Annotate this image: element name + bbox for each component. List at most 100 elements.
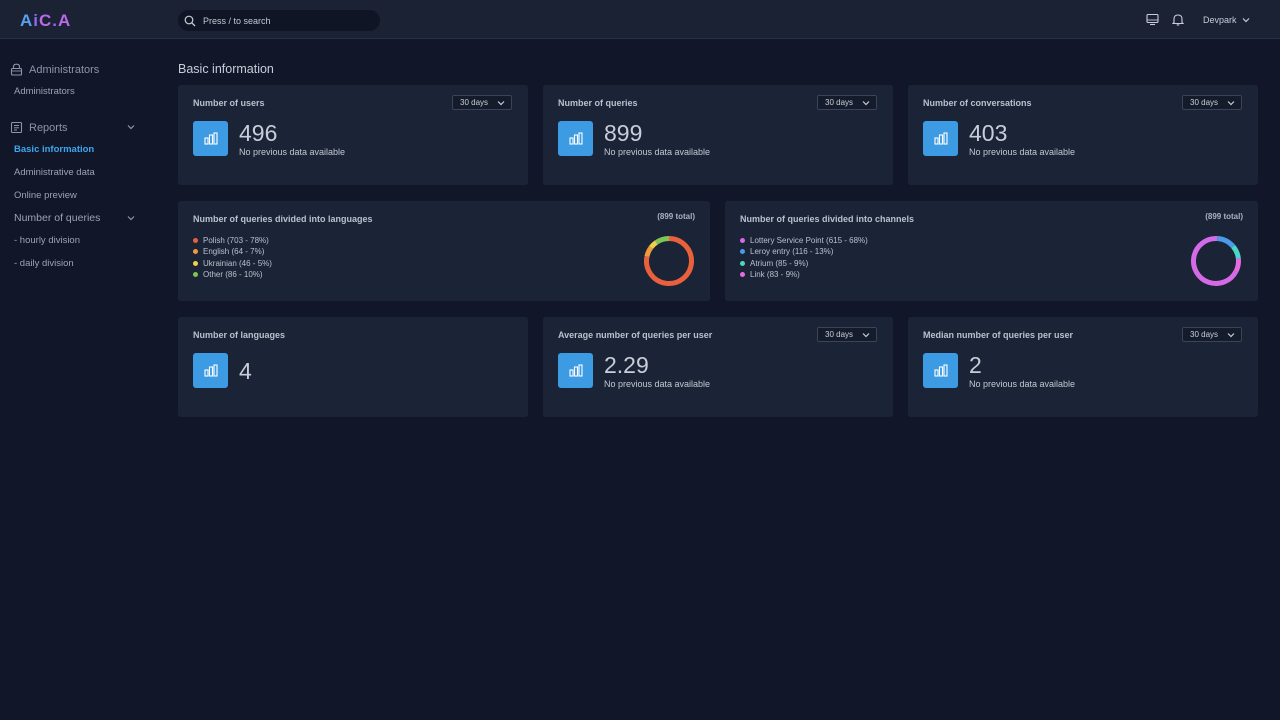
donut-slice[interactable] xyxy=(654,236,670,245)
sidebar-section-label: Reports xyxy=(29,121,68,134)
bar-chart-icon xyxy=(193,353,228,388)
period-select[interactable]: 30 days xyxy=(817,327,877,342)
sidebar-item-hourly-division[interactable]: - hourly division xyxy=(14,235,80,246)
legend-label: Polish (703 - 78%) xyxy=(203,236,269,246)
search-input[interactable]: Press / to search xyxy=(178,10,380,31)
legend-label: Link (83 - 9%) xyxy=(750,270,800,280)
chevron-down-icon xyxy=(497,101,505,106)
legend-label: Lottery Service Point (615 - 68%) xyxy=(750,236,868,246)
stat-card-average-queries: Average number of queries per user 30 da… xyxy=(543,317,893,417)
page-title: Basic information xyxy=(178,62,274,76)
legend-item: English (64 - 7%) xyxy=(193,246,272,257)
period-select[interactable]: 30 days xyxy=(452,95,512,110)
chevron-down-icon xyxy=(862,333,870,338)
donut-slice[interactable] xyxy=(1233,258,1241,273)
period-select[interactable]: 30 days xyxy=(817,95,877,110)
bar-chart-icon xyxy=(558,121,593,156)
donut-slice[interactable] xyxy=(644,245,654,258)
chart-card-languages: Number of queries divided into languages… xyxy=(178,201,710,301)
period-value: 30 days xyxy=(825,330,854,339)
sidebar-section-reports[interactable]: Reports xyxy=(10,121,68,134)
period-value: 30 days xyxy=(1190,330,1219,339)
period-select[interactable]: 30 days xyxy=(1182,95,1242,110)
top-bar: AiC.A Press / to search Devpark xyxy=(0,0,1280,39)
sidebar-section-label: Administrators xyxy=(29,63,100,76)
card-title: Number of users xyxy=(193,98,265,108)
stat-note: No previous data available xyxy=(604,379,711,389)
legend-item: Link (83 - 9%) xyxy=(740,269,868,280)
stat-note: No previous data available xyxy=(969,379,1076,389)
legend-label: Leroy entry (116 - 13%) xyxy=(750,247,834,257)
stat-value: 2 xyxy=(969,352,982,378)
bar-chart-icon xyxy=(558,353,593,388)
donut-chart-languages xyxy=(644,236,694,286)
card-title: Average number of queries per user xyxy=(558,330,713,340)
chart-title: Number of queries divided into channels xyxy=(740,214,915,224)
stat-value: 403 xyxy=(969,120,1008,146)
chart-legend: Polish (703 - 78%) English (64 - 7%) Ukrai… xyxy=(193,235,272,280)
chart-legend: Lottery Service Point (615 - 68%) Leroy e… xyxy=(740,235,868,280)
stat-note: No previous data available xyxy=(969,147,1076,157)
bar-chart-icon xyxy=(923,121,958,156)
stat-value: 2.29 xyxy=(604,352,649,378)
sidebar-item-administrators[interactable]: Administrators xyxy=(14,86,75,97)
stat-card-languages: Number of languages 4 xyxy=(178,317,528,417)
period-value: 30 days xyxy=(1190,98,1219,107)
legend-label: Atrium (85 - 9%) xyxy=(750,258,809,268)
legend-swatch xyxy=(740,272,745,278)
donut-slice[interactable] xyxy=(1231,244,1241,259)
legend-label: Other (86 - 10%) xyxy=(203,270,263,280)
sidebar-section-number-of-queries[interactable]: Number of queries xyxy=(14,212,100,224)
legend-swatch xyxy=(193,249,198,255)
report-icon xyxy=(10,121,23,134)
chart-total: (899 total) xyxy=(1205,212,1243,221)
card-title: Number of queries xyxy=(558,98,638,108)
legend-swatch xyxy=(193,238,198,244)
sidebar-item-daily-division[interactable]: - daily division xyxy=(14,258,74,269)
legend-label: English (64 - 7%) xyxy=(203,247,265,257)
period-select[interactable]: 30 days xyxy=(1182,327,1242,342)
card-title: Median number of queries per user xyxy=(923,330,1074,340)
bell-icon[interactable] xyxy=(1172,13,1184,26)
legend-swatch xyxy=(740,238,745,244)
legend-item: Polish (703 - 78%) xyxy=(193,235,272,246)
sidebar-item-administrative-data[interactable]: Administrative data xyxy=(14,167,95,178)
chevron-down-icon[interactable] xyxy=(127,215,135,221)
stat-card-median-queries: Median number of queries per user 30 day… xyxy=(908,317,1258,417)
chart-card-channels: Number of queries divided into channels … xyxy=(725,201,1258,301)
bar-chart-icon xyxy=(923,353,958,388)
stat-note: No previous data available xyxy=(604,147,711,157)
bar-chart-icon xyxy=(193,121,228,156)
legend-swatch xyxy=(740,249,745,255)
chevron-down-icon xyxy=(1227,101,1235,106)
lock-icon xyxy=(10,63,23,76)
donut-slice[interactable] xyxy=(649,240,658,249)
chart-title: Number of queries divided into languages xyxy=(193,214,373,224)
stat-value: 496 xyxy=(239,120,278,146)
legend-item: Ukrainian (46 - 5%) xyxy=(193,258,272,269)
sidebar-section-administrators[interactable]: Administrators xyxy=(10,63,99,76)
app-logo[interactable]: AiC.A xyxy=(20,11,71,31)
legend-item: Leroy entry (116 - 13%) xyxy=(740,246,868,257)
chart-total: (899 total) xyxy=(657,212,695,221)
stat-value: 4 xyxy=(239,358,252,384)
sidebar: Administrators Administrators Reports Ba… xyxy=(0,40,160,720)
donut-slice[interactable] xyxy=(1216,236,1236,249)
card-title: Number of languages xyxy=(193,330,286,340)
legend-label: Ukrainian (46 - 5%) xyxy=(203,258,272,268)
search-icon xyxy=(184,15,196,26)
legend-item: Other (86 - 10%) xyxy=(193,269,272,280)
period-value: 30 days xyxy=(460,98,489,107)
stat-card-queries: Number of queries 30 days 899 No previou… xyxy=(543,85,893,185)
user-menu[interactable]: Devpark xyxy=(1203,15,1250,25)
chevron-down-icon[interactable] xyxy=(127,124,135,130)
stat-note: No previous data available xyxy=(239,147,346,157)
stat-value: 899 xyxy=(604,120,643,146)
stat-card-conversations: Number of conversations 30 days 403 No p… xyxy=(908,85,1258,185)
monitor-icon[interactable] xyxy=(1146,13,1159,26)
stat-card-users: Number of users 30 days 496 No previous … xyxy=(178,85,528,185)
sidebar-item-online-preview[interactable]: Online preview xyxy=(14,190,77,201)
legend-item: Atrium (85 - 9%) xyxy=(740,258,868,269)
sidebar-item-basic-information[interactable]: Basic information xyxy=(14,144,94,155)
chevron-down-icon xyxy=(1242,18,1249,23)
